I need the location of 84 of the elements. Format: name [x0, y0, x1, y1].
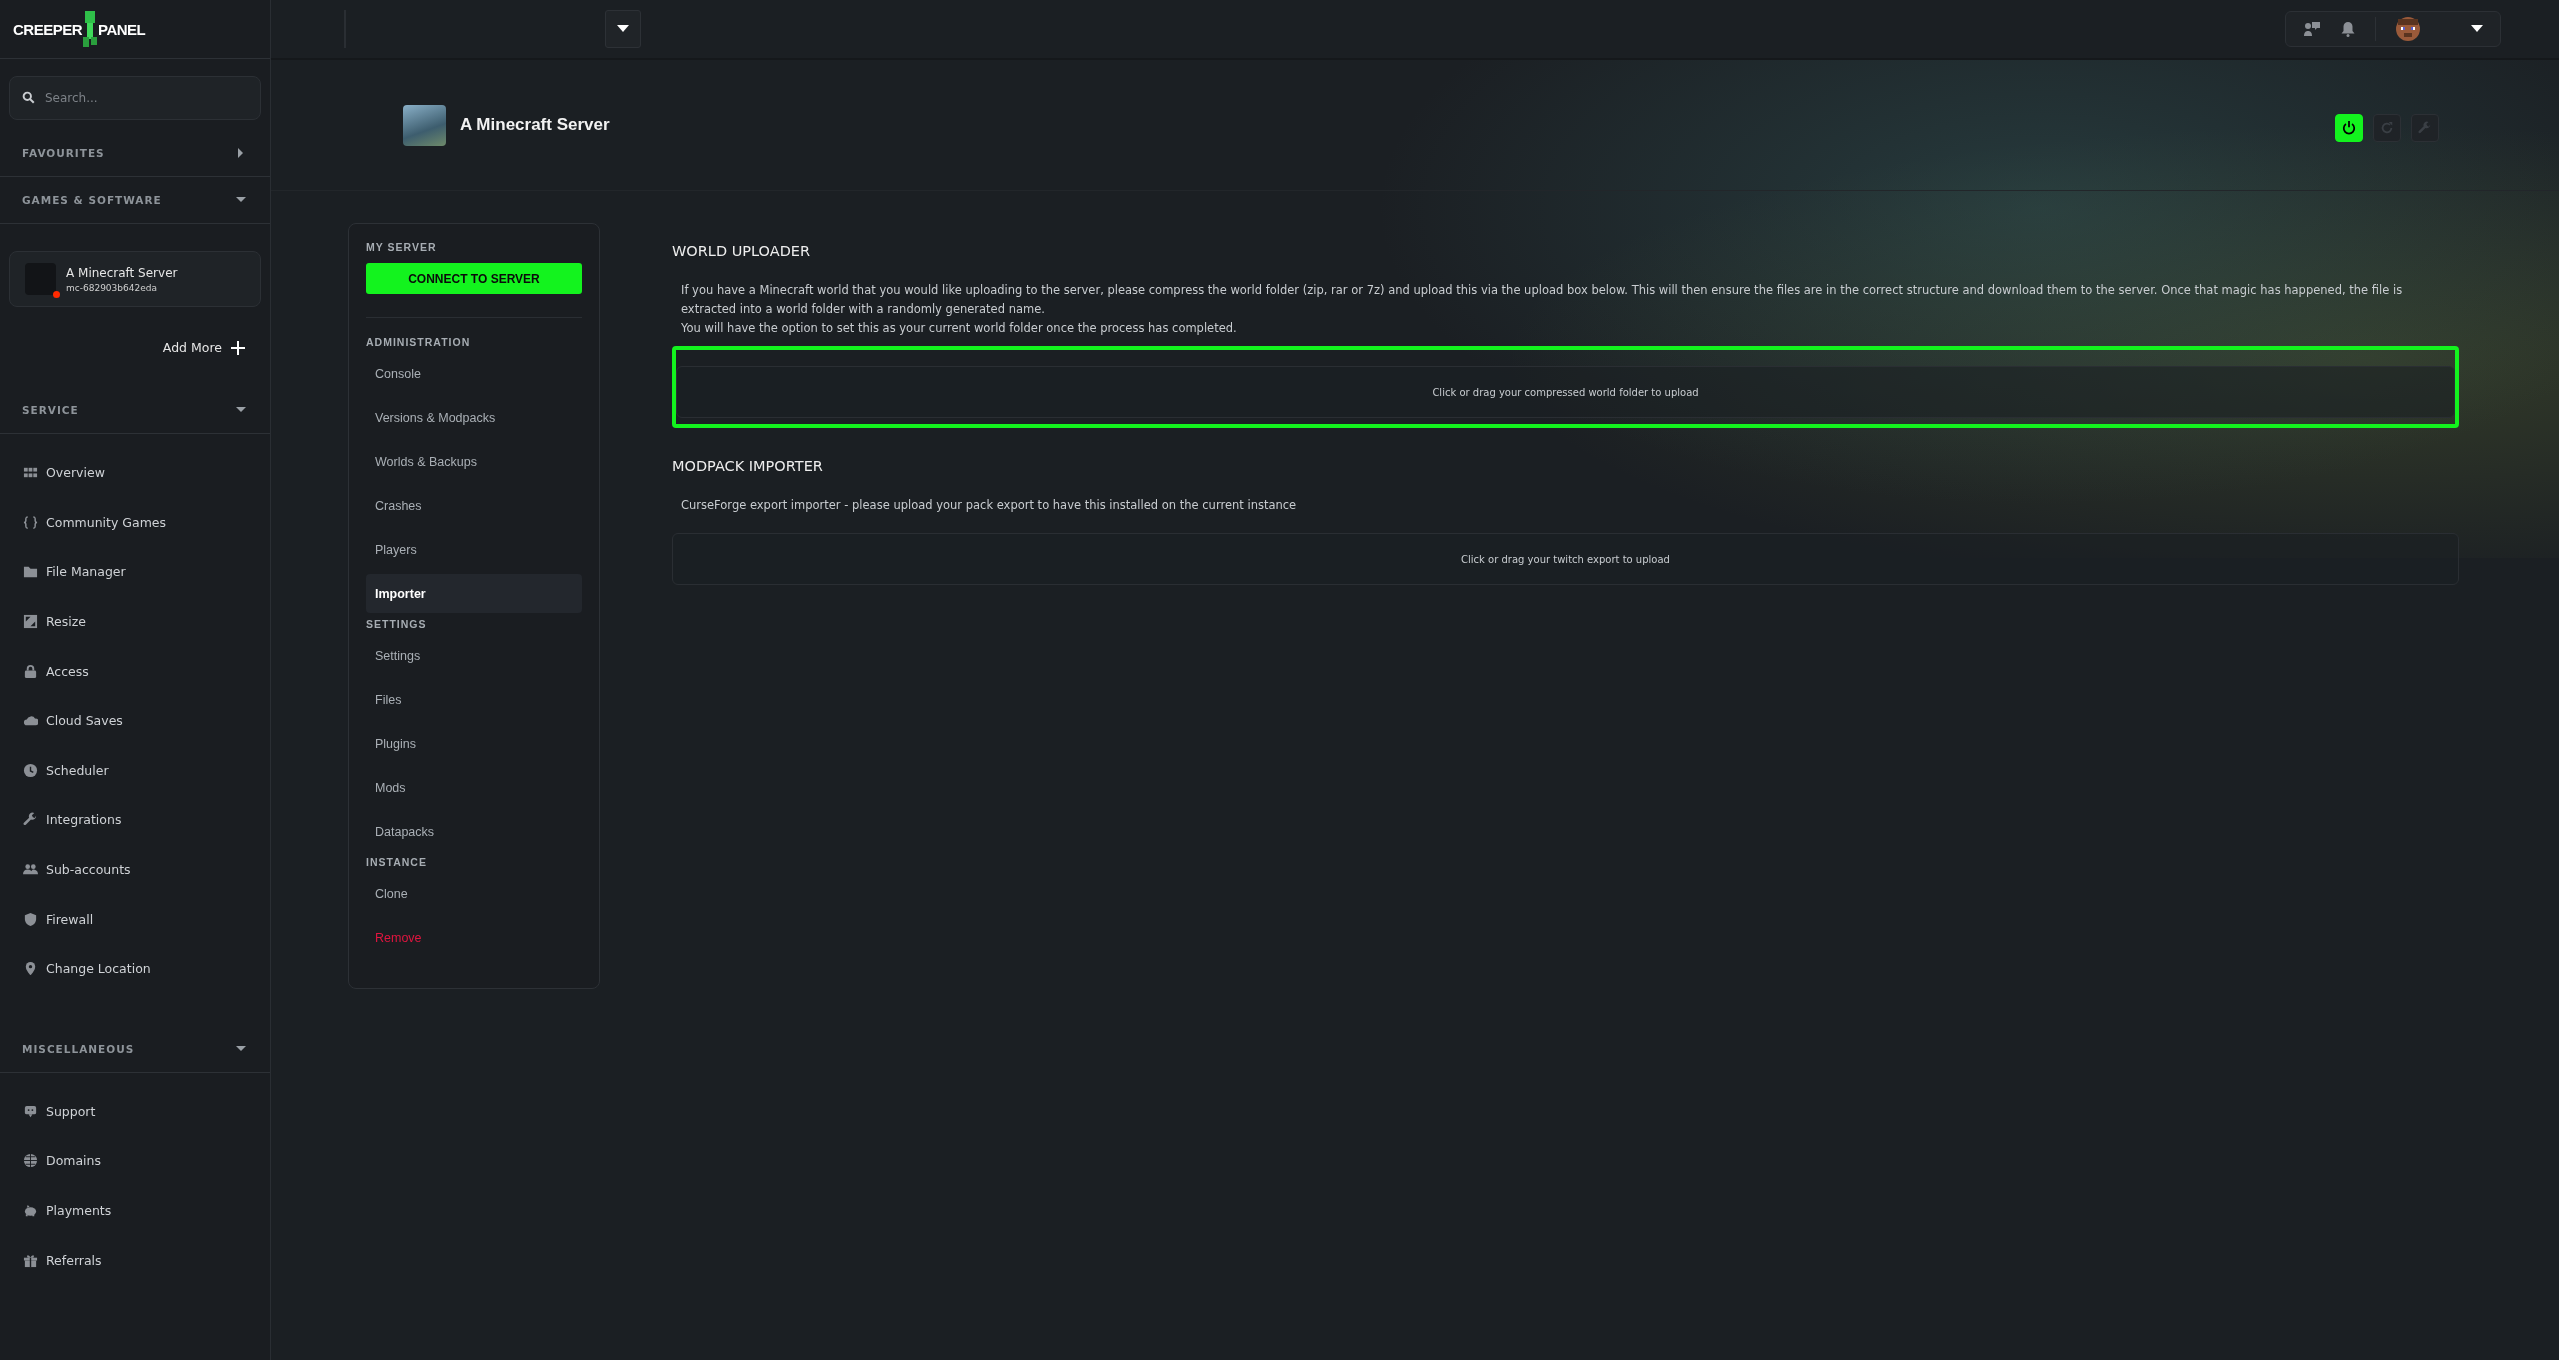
restart-button[interactable]: [2373, 114, 2401, 142]
plus-icon: [231, 340, 245, 355]
nav-item[interactable]: Sub-accounts: [0, 844, 270, 895]
section-title: MISCELLANEOUS: [22, 1042, 135, 1055]
avatar-icon[interactable]: [2396, 17, 2420, 41]
server-id: mc-682903b642eda: [66, 282, 158, 293]
caret-icon[interactable]: [2471, 25, 2483, 33]
logo-text: PANEL: [98, 20, 146, 38]
nav-item[interactable]: Support: [0, 1086, 270, 1137]
description-text: If you have a Minecraft world that you would like uploading to the server, please compress the world folder (zip, rar or 7z) and upload this via the upload box below. This will then ensure the files are in the correct structure and download them to the server. Once that magic has happened, the file is extracted into a world folder with a randomly generated name.: [681, 282, 2404, 318]
section-header[interactable]: MISCELLANEOUS: [0, 1025, 270, 1073]
nav-item[interactable]: File Manager: [0, 547, 270, 597]
piggy-bank-icon: [23, 1203, 38, 1218]
notification-bell-icon[interactable]: [2341, 21, 2355, 37]
clock-icon: [23, 762, 38, 778]
menu-item[interactable]: Files: [366, 680, 582, 719]
gift-icon: [23, 1252, 38, 1268]
nav-item[interactable]: Integrations: [0, 795, 270, 845]
restart-icon: [2380, 121, 2394, 135]
section-title: GAMES & SOFTWARE: [22, 194, 162, 206]
users-chat-icon[interactable]: [2303, 21, 2321, 37]
caret-icon: [617, 25, 629, 33]
section-header[interactable]: SERVICE: [0, 387, 270, 434]
creeper-icon: [83, 11, 98, 47]
braces-icon: [23, 514, 38, 530]
server-card[interactable]: A Minecraft Server mc-682903b642eda: [9, 251, 261, 307]
server-thumbnail: [403, 104, 446, 146]
wrench-icon: [2418, 121, 2432, 135]
location-pin-icon: [23, 961, 38, 977]
section-header[interactable]: FAVOURITES: [0, 130, 270, 177]
globe-icon: [23, 1153, 38, 1169]
menu-item[interactable]: Versions & Modpacks: [366, 398, 582, 437]
chat-icon: [23, 1103, 38, 1119]
power-icon: [2342, 121, 2356, 135]
resize-icon: [23, 614, 38, 630]
lock-icon: [23, 663, 38, 679]
nav-item[interactable]: Community Games: [0, 497, 270, 548]
nav-item[interactable]: Resize: [0, 596, 270, 647]
nav-item[interactable]: Firewall: [0, 894, 270, 944]
add-more-button[interactable]: Add More: [162, 340, 245, 355]
power-button[interactable]: [2335, 114, 2363, 142]
server-name: A Minecraft Server: [66, 265, 178, 280]
menu-item[interactable]: Plugins: [366, 724, 582, 763]
section-title: MODPACK IMPORTER: [672, 458, 824, 474]
menu-heading: MY SERVER: [366, 241, 438, 255]
logo[interactable]: CREEPER PANEL: [13, 11, 146, 47]
menu-item[interactable]: Console: [366, 354, 582, 393]
nav-item[interactable]: Playments: [0, 1185, 270, 1236]
wrench-icon: [23, 812, 38, 828]
upload-dropzone[interactable]: Click or drag your twitch export to upload: [672, 533, 2459, 585]
menu-heading: INSTANCE: [366, 856, 428, 870]
upload-dropzone[interactable]: Click or drag your compressed world folder to upload: [676, 366, 2455, 418]
folder-icon: [23, 564, 38, 580]
shield-icon: [23, 911, 38, 927]
description-text: You will have the option to set this as your current world folder once the process has completed.: [681, 320, 1238, 337]
menu-heading: SETTINGS: [366, 618, 428, 632]
menu-item[interactable]: Players: [366, 530, 582, 569]
logo-text: CREEPER: [13, 20, 83, 38]
nav-item[interactable]: Scheduler: [0, 745, 270, 796]
nav-item[interactable]: Access: [0, 646, 270, 696]
section-header[interactable]: GAMES & SOFTWARE: [0, 177, 270, 224]
nav-item[interactable]: Referrals: [0, 1235, 270, 1285]
menu-item[interactable]: Importer: [366, 574, 582, 613]
menu-item[interactable]: Mods: [366, 768, 582, 807]
menu-item[interactable]: Settings: [366, 636, 582, 675]
menu-item[interactable]: Remove: [366, 918, 582, 957]
dropdown-button[interactable]: [605, 10, 641, 48]
nav-item[interactable]: Cloud Saves: [0, 695, 270, 746]
menu-item[interactable]: Datapacks: [366, 812, 582, 851]
menu-item[interactable]: Crashes: [366, 486, 582, 525]
server-title: A Minecraft Server: [460, 115, 611, 135]
section-title: SERVICE: [22, 404, 79, 416]
nav-item[interactable]: Domains: [0, 1136, 270, 1186]
nav-item[interactable]: Overview: [0, 448, 270, 498]
menu-item[interactable]: Worlds & Backups: [366, 442, 582, 481]
section-title: FAVOURITES: [22, 147, 105, 159]
section-title: WORLD UPLOADER: [672, 243, 812, 259]
description-text: CurseForge export importer - please upload your pack export to have this installed on the current instance: [681, 497, 1298, 514]
connect-button[interactable]: CONNECT TO SERVER: [366, 263, 582, 294]
nav-item[interactable]: Change Location: [0, 943, 270, 994]
menu-heading: ADMINISTRATION: [366, 336, 472, 350]
search-icon: [22, 91, 35, 104]
search-field[interactable]: Search...: [9, 76, 261, 120]
menu-item[interactable]: Clone: [366, 874, 582, 913]
